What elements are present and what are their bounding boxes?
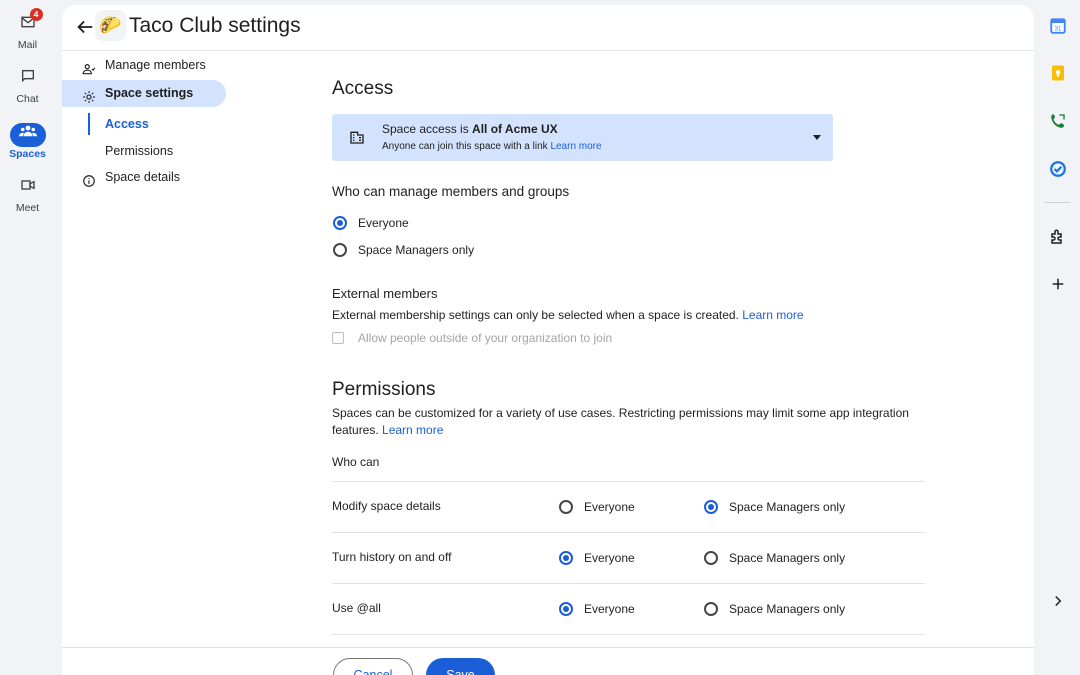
dropdown-caret-icon [813, 135, 821, 140]
right-rail-divider [1045, 202, 1070, 203]
permission-row-modify-details: Modify space details Everyone Space Mana… [332, 481, 925, 532]
nav-manage-members[interactable]: Manage members [62, 52, 232, 79]
chevron-right-icon[interactable] [1049, 592, 1067, 610]
perm-option-everyone[interactable]: Everyone [559, 601, 679, 619]
rail-label-spaces: Spaces [9, 148, 46, 160]
permissions-heading: Permissions [332, 379, 436, 400]
radio-managers[interactable] [333, 243, 347, 257]
external-learn-more-link[interactable]: Learn more [742, 308, 803, 322]
external-members-heading: External members [332, 286, 438, 301]
access-prefix: Space access is [382, 122, 473, 136]
keep-icon[interactable] [1049, 64, 1067, 82]
meet-icon [10, 177, 46, 201]
voice-icon[interactable] [1049, 112, 1067, 130]
rail-label-mail: Mail [17, 39, 38, 51]
nav-label: Space settings [105, 86, 194, 100]
nav-label: Space details [105, 170, 181, 184]
back-arrow-icon[interactable] [74, 16, 96, 38]
spaces-icon [9, 123, 46, 147]
info-icon [82, 171, 96, 187]
tasks-icon[interactable] [1049, 160, 1067, 178]
building-icon [349, 129, 365, 145]
chat-icon [10, 68, 46, 92]
manage-members-icon [82, 59, 96, 75]
perm-option-managers[interactable]: Space Managers only [704, 550, 874, 568]
space-access-dropdown[interactable]: Space access is All of Acme UX Anyone ca… [332, 114, 833, 161]
radio-label: Space Managers only [729, 500, 846, 514]
nav-space-settings[interactable]: Space settings [62, 80, 226, 107]
settings-header: 🌮 Taco Club settings [62, 5, 1034, 51]
svg-text:31: 31 [1055, 27, 1062, 33]
radio-label: Everyone [584, 602, 635, 616]
space-access-description: Anyone can join this space with a link L… [382, 141, 602, 152]
allow-external-label: Allow people outside of your organizatio… [358, 331, 613, 345]
rail-label-chat: Chat [16, 93, 39, 105]
manage-members-heading: Who can manage members and groups [332, 184, 570, 199]
radio-label: Everyone [358, 216, 409, 230]
space-emoji-icon: 🌮 [95, 10, 126, 41]
permissions-learn-more-link[interactable]: Learn more [382, 423, 443, 437]
footer-divider [62, 647, 1034, 648]
access-learn-more-link[interactable]: Learn more [550, 141, 601, 152]
who-can-label: Who can [332, 455, 380, 469]
page-title: Taco Club settings [129, 14, 301, 37]
permission-name: Modify space details [332, 499, 441, 513]
radio-everyone[interactable] [333, 216, 347, 230]
perm-option-everyone[interactable]: Everyone [559, 550, 679, 568]
permissions-description: Spaces can be customized for a variety o… [332, 405, 922, 439]
space-access-summary: Space access is All of Acme UX [382, 122, 558, 136]
calendar-icon[interactable]: 31 [1049, 17, 1067, 35]
rail-item-spaces[interactable]: Spaces [0, 119, 55, 160]
radio-managers[interactable] [704, 602, 718, 616]
radio-label: Everyone [584, 551, 635, 565]
permission-row-use-all: Use @all Everyone Space Managers only [332, 583, 925, 634]
perm-option-managers[interactable]: Space Managers only [704, 601, 874, 619]
radio-everyone[interactable] [559, 551, 573, 565]
nav-label: Manage members [105, 58, 206, 72]
access-description-text: Anyone can join this space with a link [382, 141, 551, 152]
left-rail: 4 Mail Chat Spaces Meet [0, 0, 55, 675]
rail-item-mail[interactable]: 4 Mail [0, 8, 55, 51]
radio-label: Space Managers only [358, 243, 475, 257]
save-button[interactable]: Save [426, 658, 495, 675]
rail-label-meet: Meet [15, 202, 40, 214]
manage-option-everyone[interactable]: Everyone [333, 215, 533, 233]
external-members-description: External membership settings can only be… [332, 307, 804, 324]
radio-managers[interactable] [704, 551, 718, 565]
permissions-divider [332, 634, 925, 635]
gear-icon [82, 87, 96, 103]
rail-item-chat[interactable]: Chat [0, 64, 55, 105]
manage-option-managers[interactable]: Space Managers only [333, 242, 533, 260]
right-rail: 31 [1035, 0, 1080, 675]
radio-everyone[interactable] [559, 500, 573, 514]
external-description-text: External membership settings can only be… [332, 308, 743, 322]
permission-name: Turn history on and off [332, 550, 452, 564]
radio-everyone[interactable] [559, 602, 573, 616]
cancel-button[interactable]: Cancel [333, 658, 413, 675]
settings-card: 🌮 Taco Club settings Manage members Spac… [62, 5, 1034, 675]
perm-option-managers[interactable]: Space Managers only [704, 499, 874, 517]
mail-badge: 4 [29, 8, 43, 21]
radio-managers[interactable] [704, 500, 718, 514]
access-heading: Access [332, 78, 394, 99]
access-value: All of Acme UX [472, 122, 558, 136]
radio-label: Everyone [584, 500, 635, 514]
radio-label: Space Managers only [729, 602, 846, 616]
permission-row-history: Turn history on and off Everyone Space M… [332, 532, 925, 583]
sub-item-indicator [88, 113, 90, 135]
nav-sub-access[interactable]: Access [105, 117, 149, 131]
addons-icon[interactable] [1049, 228, 1067, 246]
permission-name: Use @all [332, 601, 381, 615]
allow-external-checkbox[interactable] [332, 332, 344, 344]
nav-sub-permissions[interactable]: Permissions [105, 144, 173, 158]
mail-icon: 4 [10, 8, 46, 38]
rail-item-meet[interactable]: Meet [0, 173, 55, 214]
perm-option-everyone[interactable]: Everyone [559, 499, 679, 517]
add-icon[interactable] [1049, 275, 1067, 293]
nav-space-details[interactable]: Space details [62, 164, 232, 191]
radio-label: Space Managers only [729, 551, 846, 565]
